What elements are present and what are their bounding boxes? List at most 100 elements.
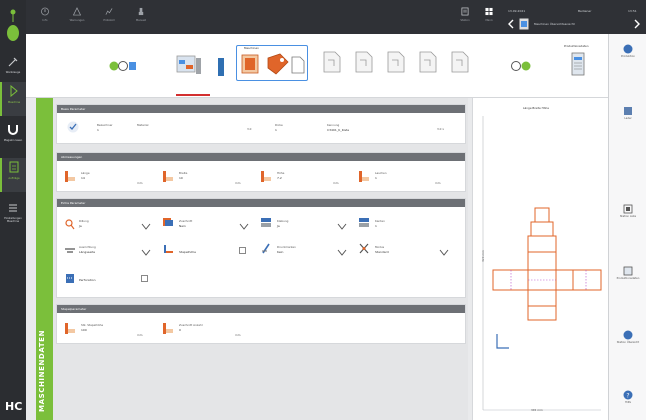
field-bezeichner[interactable]: Bezeichner 1 [97, 123, 113, 132]
step-7-icon[interactable] [450, 50, 470, 74]
sidebar-item-tools[interactable]: Werkzeuge [0, 52, 26, 86]
section-basic: Basis Parameter Bezeichner 1 Material 3.0… [56, 104, 466, 144]
right-item-label: Hilfe [625, 401, 631, 404]
chevron-down-icon[interactable] [439, 249, 449, 256]
field-mode[interactable]: Modus Standard [375, 245, 389, 254]
field-length[interactable]: Länge 14 [81, 171, 90, 180]
chevron-down-icon[interactable] [337, 223, 347, 230]
info-button[interactable]: Info [34, 5, 56, 31]
step-box-open-icon[interactable] [240, 52, 262, 76]
chevron-down-icon[interactable] [141, 249, 151, 256]
field-flap[interactable]: Laschen 1 [375, 171, 387, 180]
field-material[interactable]: Material [137, 123, 148, 127]
sidebar-item-jobs[interactable]: Aufträge [0, 158, 26, 192]
machine-icon [10, 84, 18, 98]
stack-height-checkbox[interactable] [239, 247, 246, 254]
station-button[interactable]: Station [454, 5, 476, 31]
field-cut[interactable]: Zuschnitt Nein [179, 219, 192, 228]
unit-label: mm [235, 333, 241, 337]
flap-icon [359, 171, 369, 182]
field-extra[interactable]: 3.0 x [437, 127, 444, 131]
step-3-icon[interactable] [322, 50, 342, 74]
right-item-station-list[interactable]: Station Liste [611, 204, 645, 218]
field-stack-count[interactable]: Stk. Stapelhöhe 100 [81, 323, 103, 332]
step-next-icon[interactable] [510, 60, 532, 72]
active-step-underline [176, 94, 210, 96]
manual-button[interactable]: Manuell [130, 5, 152, 31]
right-item-production[interactable]: Produktion [611, 44, 645, 58]
step-doc-icon[interactable] [291, 56, 305, 74]
screen-icon[interactable] [176, 54, 202, 78]
field-orientation[interactable]: Ausrichtung Längsseite [79, 245, 96, 254]
user-text: Bediener [578, 9, 592, 13]
station-overview-icon [623, 330, 633, 340]
sidebar-item-settings[interactable]: Einstellungen Maschine [0, 198, 26, 232]
print-marks-icon [262, 243, 270, 254]
sidebar-item-label: Magazin lesen [3, 139, 23, 142]
dim-x-label: 345 mm [531, 408, 543, 412]
station-icon [461, 7, 469, 16]
field-label: Klebung [277, 219, 289, 223]
help-circle-icon [623, 44, 633, 54]
right-item-loader[interactable]: Lader [611, 106, 645, 120]
field-crease[interactable]: Rillung Ja [79, 219, 89, 228]
chevron-down-icon[interactable] [239, 223, 249, 230]
field-label: Druckmarken [277, 245, 296, 249]
hand-icon [138, 7, 144, 16]
perforation-checkbox[interactable] [141, 275, 148, 282]
field-value: 1 [97, 128, 99, 132]
vertical-title: MASCHINENDATEN [38, 329, 46, 412]
sidebar-item-label: Werkzeuge [5, 71, 21, 74]
station-label: Station [460, 19, 470, 22]
chevron-down-icon[interactable] [141, 223, 151, 230]
field-value: 0 [179, 328, 181, 332]
settings-icon [9, 204, 17, 212]
field-value: 1 [375, 176, 377, 180]
field-glue[interactable]: Klebung Ja [277, 219, 288, 228]
left-sidebar: Werkzeuge Maschine Magazin lesen Aufträg… [0, 0, 26, 420]
step-box-active-icon[interactable] [266, 52, 290, 76]
field-value: 3.0 [247, 127, 252, 131]
step-6-icon[interactable] [418, 50, 438, 74]
field-dicke[interactable]: Dicke 1 [275, 123, 283, 132]
unit-label: mm [137, 181, 143, 185]
sidebar-item-machine[interactable]: Maschine [0, 82, 26, 116]
glue-icon [261, 218, 271, 227]
field-thickness[interactable]: 3.0 [247, 127, 251, 131]
chevron-right-icon[interactable] [634, 19, 640, 29]
field-perforation[interactable]: Perforation [79, 277, 96, 282]
mode-icon [359, 243, 369, 254]
field-width[interactable]: Breite 10 [179, 171, 187, 180]
field-label: Zuschnitt [179, 219, 193, 223]
warning-button[interactable]: Warnungen [66, 5, 88, 31]
field-height[interactable]: Höhe 7.2 [277, 171, 284, 180]
section-dimensions-title: Abmessungen [57, 153, 465, 161]
right-item-station-overview[interactable]: Station Übersicht [611, 330, 645, 344]
step-4-icon[interactable] [354, 50, 374, 74]
step-prev-icon[interactable] [108, 60, 138, 72]
length-icon [65, 171, 75, 182]
sidebar-item-magnet[interactable]: Magazin lesen [0, 120, 26, 154]
chevron-down-icon[interactable] [337, 249, 347, 256]
right-item-production-data[interactable]: Produktionsdaten [611, 266, 645, 280]
step-5-icon[interactable] [386, 50, 406, 74]
log-button[interactable]: Protokoll [98, 5, 120, 31]
menu-button[interactable]: Menü [478, 5, 500, 31]
field-cut-count[interactable]: Zuschnitt Anzahl 0 [179, 323, 203, 332]
sidebar-item-label: Aufträge [8, 177, 20, 180]
cut-icon [163, 218, 173, 226]
field-value: 14 [81, 176, 85, 180]
field-print-marks[interactable]: Druckmarken Kein [277, 245, 296, 254]
width-icon [163, 171, 173, 182]
production-data-icon[interactable] [571, 52, 585, 76]
step-handle-icon [218, 58, 224, 76]
right-item-help[interactable]: ? Hilfe [611, 390, 645, 404]
field-edges[interactable]: Kanten 1 [375, 219, 385, 228]
unit-label: mm [333, 181, 339, 185]
chevron-left-icon[interactable] [508, 19, 514, 29]
time-text: 13:51 [628, 9, 637, 13]
field-kennung[interactable]: Kennung C3491_K_Kiste [327, 123, 349, 132]
field-stack-height[interactable]: Stapelhöhe [179, 249, 196, 254]
tools-icon [8, 57, 18, 67]
right-item-label: Produktion [621, 55, 635, 58]
